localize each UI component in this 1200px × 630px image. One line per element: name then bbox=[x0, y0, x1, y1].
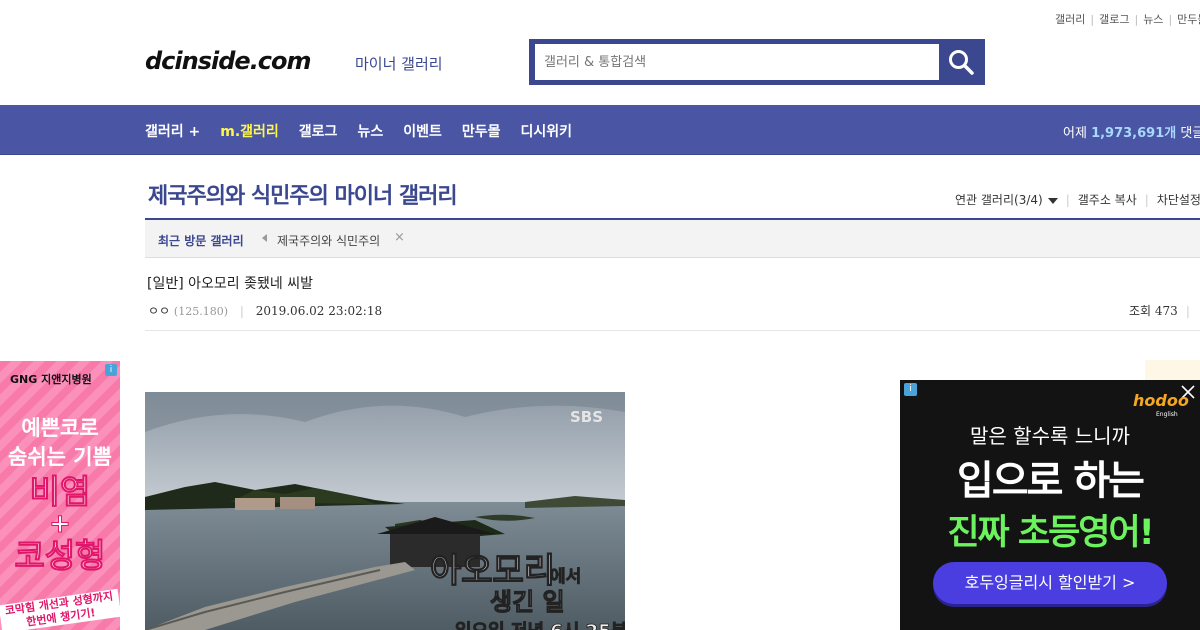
ad-info-icon[interactable]: i bbox=[904, 383, 917, 396]
toplink-news[interactable]: 뉴스 bbox=[1143, 13, 1163, 26]
ad-edge bbox=[1145, 360, 1200, 380]
divider: | bbox=[239, 304, 244, 318]
divider: | bbox=[1168, 13, 1173, 26]
image-caption-line3: 일요일 저녁 6시 25분 bbox=[455, 621, 625, 630]
ad-cta-button[interactable]: 호두잉글리시 할인받기 > bbox=[933, 562, 1167, 604]
divider: | bbox=[1185, 304, 1190, 318]
divider: | bbox=[1090, 13, 1095, 26]
visitor-count: 1,973,691개 bbox=[1091, 126, 1177, 141]
ad-brand: hodoo bbox=[1133, 391, 1189, 410]
recent-label: 최근 방문 갤러리 bbox=[158, 234, 244, 248]
search-input[interactable] bbox=[535, 44, 939, 80]
gallery-tools: 연관 갤러리(3/4) | 갤주소 복사 | 차단설정 bbox=[955, 191, 1200, 208]
caret-down-icon bbox=[1047, 197, 1058, 204]
post-date: 2019.06.02 23:02:18 bbox=[255, 304, 383, 318]
visitor-stats: 어제 1,973,691개 댓글 bbox=[1063, 122, 1200, 141]
toplink-gallery[interactable]: 갤러리 bbox=[1055, 13, 1085, 26]
ad-brand: GNG 지앤지병원 bbox=[10, 373, 92, 386]
image-caption-main: 아오모리 bbox=[430, 551, 555, 591]
close-icon[interactable]: × bbox=[394, 230, 405, 245]
post-author[interactable]: ㅇㅇ bbox=[148, 304, 170, 318]
nav-list: 갤러리 + m.갤러리 갤로그 뉴스 이벤트 만두몰 디시위키 bbox=[145, 121, 592, 141]
ad-headline-1: 말은 할수록 느니까 bbox=[970, 424, 1130, 448]
search-icon bbox=[949, 50, 974, 75]
post-image[interactable]: SBS 아오모리 에서 생긴 일 일요일 저녁 6시 25분 bbox=[145, 392, 625, 630]
ad-copy-line3: 비염 bbox=[29, 472, 91, 512]
ad-copy-2: 비염 + 코성형 bbox=[0, 472, 120, 576]
related-galleries-label: 연관 갤러리(3/4) bbox=[955, 193, 1043, 207]
image-caption-suffix: 에서 bbox=[550, 567, 581, 587]
gallery-title[interactable]: 제국주의와 식민주의 마이너 갤러리 bbox=[148, 178, 458, 210]
ad-headline-3: 진짜 초등영어! bbox=[947, 513, 1154, 553]
nav-event[interactable]: 이벤트 bbox=[403, 121, 442, 141]
copy-address-button[interactable]: 갤주소 복사 bbox=[1078, 191, 1137, 208]
divider: | bbox=[1065, 192, 1070, 207]
minor-gallery-label[interactable]: 마이너 갤러리 bbox=[355, 53, 443, 74]
post-ip: (125.180) bbox=[173, 305, 228, 318]
toplink-mall[interactable]: 만두몰 bbox=[1177, 13, 1200, 26]
block-settings-button[interactable]: 차단설정 bbox=[1157, 191, 1200, 208]
site-logo[interactable]: dcinside.com bbox=[145, 47, 312, 75]
ad-headline-2: 입으로 하는 bbox=[957, 458, 1145, 504]
nav-gallog[interactable]: 갤로그 bbox=[299, 121, 338, 141]
divider: | bbox=[1144, 192, 1149, 207]
sbs-logo: SBS bbox=[570, 408, 603, 426]
related-galleries-button[interactable]: 연관 갤러리(3/4) bbox=[955, 191, 1058, 208]
visitor-suffix: 댓글 bbox=[1180, 126, 1200, 141]
search-bar bbox=[529, 39, 985, 85]
post-meta: ㅇㅇ (125.180) | 2019.06.02 23:02:18 bbox=[148, 302, 382, 319]
nav-wiki[interactable]: 디시위키 bbox=[520, 121, 572, 141]
lake-scene-image: SBS 아오모리 에서 생긴 일 일요일 저녁 6시 25분 bbox=[145, 392, 625, 630]
ad-copy-line4: + bbox=[49, 509, 72, 539]
ad-copy-1: 예쁜코로숨쉬는 기쁨 bbox=[0, 414, 120, 472]
post-views: 조회 473 bbox=[1129, 304, 1178, 318]
ad-copy-line5: 코성형 bbox=[14, 536, 106, 576]
nav-m-gallery[interactable]: m.갤러리 bbox=[220, 121, 279, 141]
visitor-label: 어제 bbox=[1063, 126, 1087, 141]
post-divider bbox=[145, 330, 1200, 331]
prev-arrow-icon[interactable] bbox=[262, 234, 267, 242]
ad-brand-sub: English bbox=[1156, 411, 1178, 418]
main-nav: 갤러리 + m.갤러리 갤로그 뉴스 이벤트 만두몰 디시위키 어제 1,973… bbox=[0, 105, 1200, 155]
nav-news[interactable]: 뉴스 bbox=[357, 121, 383, 141]
search-button[interactable] bbox=[941, 44, 981, 80]
image-caption-line2: 생긴 일 bbox=[490, 588, 565, 616]
toplink-gallog[interactable]: 갤로그 bbox=[1099, 13, 1129, 26]
divider: | bbox=[1134, 13, 1139, 26]
ad-info-icon[interactable]: i bbox=[105, 364, 117, 376]
top-links: 갤러리 | 갤로그 | 뉴스 | 만두몰 bbox=[1055, 11, 1200, 27]
nav-gallery[interactable]: 갤러리 + bbox=[145, 121, 200, 141]
recent-galleries: 최근 방문 갤러리 제국주의와 식민주의 × bbox=[145, 220, 1200, 258]
recent-gallery-item[interactable]: 제국주의와 식민주의 bbox=[277, 232, 380, 249]
right-banner-ad[interactable]: i hodoo English 말은 할수록 느니까 입으로 하는 진짜 초등영… bbox=[900, 380, 1200, 630]
ad-copy-line1: 예쁜코로 bbox=[21, 416, 99, 440]
ad-copy-line2: 숨쉬는 기쁨 bbox=[8, 445, 112, 469]
left-banner-ad[interactable]: GNG 지앤지병원 i 예쁜코로 숨쉬는 기쁨 비염 + 코성형 코막힘 개선과 성형… bbox=[0, 361, 120, 630]
post-title: [일반] 아오모리 좆됐네 씨발 bbox=[147, 276, 313, 292]
nav-mall[interactable]: 만두몰 bbox=[462, 121, 501, 141]
post-stats: 조회 473 | bbox=[1129, 302, 1198, 319]
